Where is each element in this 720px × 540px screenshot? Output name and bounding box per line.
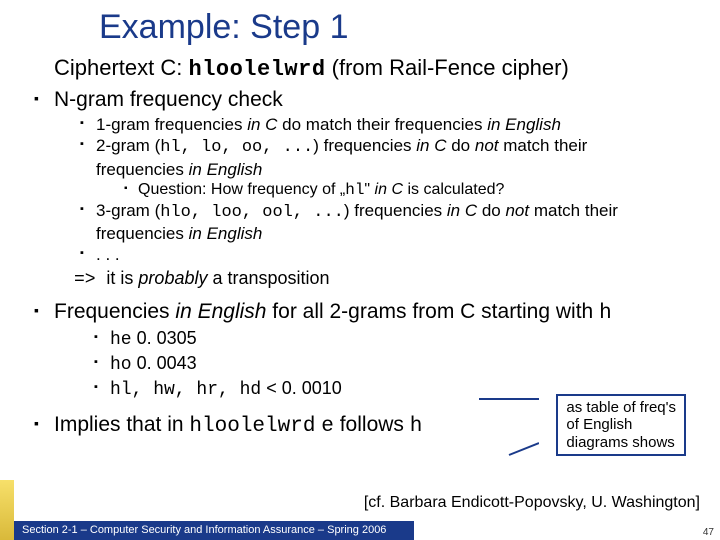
- t: ": [364, 181, 374, 198]
- t: Implies that in: [54, 413, 189, 436]
- ciphertext-label: Ciphertext C:: [54, 55, 189, 80]
- ngram-conclusion: => it is probably a transposition: [74, 268, 700, 290]
- callout-line: as table of freq's: [566, 399, 676, 416]
- t: for all 2-grams from C starting with: [266, 300, 599, 323]
- t: is calculated?: [403, 181, 504, 198]
- t: 2-gram (: [96, 136, 160, 155]
- freq-row: he 0. 0305: [94, 327, 700, 352]
- t: probably: [138, 268, 207, 288]
- code: h: [599, 302, 612, 325]
- code: hl, lo, oo, ...: [160, 138, 313, 157]
- freq-row: ho 0. 0043: [94, 352, 700, 377]
- callout-line: diagrams shows: [566, 434, 676, 451]
- t: ) frequencies: [313, 136, 416, 155]
- code: h: [410, 415, 423, 438]
- freq-heading: Frequencies in English for all 2-grams f…: [34, 300, 700, 325]
- ngram-dots: . . .: [80, 244, 700, 265]
- t: in English: [487, 115, 561, 134]
- ngram-2gram: 2-gram (hl, lo, oo, ...) frequencies in …: [80, 135, 700, 158]
- t: ) frequencies: [344, 201, 447, 220]
- code: e: [321, 415, 334, 438]
- citation: [cf. Barbara Endicott-Popovsky, U. Washi…: [364, 494, 700, 512]
- t: match their: [503, 136, 587, 155]
- t: match their: [534, 201, 618, 220]
- freq-code: hl, hw, hr, hd: [110, 380, 261, 400]
- freq-val: 0. 0043: [132, 353, 197, 373]
- ngram-3gram-cont: frequencies in English: [96, 223, 700, 244]
- freq-val: 0. 0305: [132, 328, 197, 348]
- t: in C: [416, 136, 446, 155]
- footer-text: Section 2-1 – Computer Security and Info…: [14, 521, 414, 540]
- t: frequencies: [96, 224, 189, 243]
- code: hlo, loo, ool, ...: [160, 203, 344, 222]
- t: Frequencies: [54, 300, 175, 323]
- t: not: [475, 136, 503, 155]
- ciphertext-line: Ciphertext C: hloolelwrd (from Rail-Fenc…: [54, 55, 700, 82]
- t: in C: [447, 201, 477, 220]
- callout-line: of English: [566, 416, 676, 433]
- footer-accent: [0, 480, 14, 540]
- t: 3-gram (: [96, 201, 160, 220]
- ngram-question: Question: How frequency of „hl" in C is …: [124, 180, 700, 200]
- ciphertext-value: hloolelwrd: [189, 57, 326, 82]
- freq-val: < 0. 0010: [261, 378, 342, 398]
- code: hl: [345, 181, 364, 199]
- t: frequencies: [96, 160, 189, 179]
- ciphertext-note: (from Rail-Fence cipher): [326, 55, 569, 80]
- t: do: [447, 136, 475, 155]
- t: not: [505, 201, 533, 220]
- t: Question: How frequency of „: [138, 181, 345, 198]
- t: in C: [247, 115, 277, 134]
- slide-title: Example: Step 1: [99, 8, 700, 47]
- callout-box: as table of freq's of English diagrams s…: [556, 394, 686, 456]
- t: it is: [106, 268, 138, 288]
- t: in English: [189, 160, 263, 179]
- freq-code: he: [110, 330, 132, 350]
- t: in English: [189, 224, 263, 243]
- ngram-1gram: 1-gram frequencies in C do match their f…: [80, 114, 700, 135]
- t: in C: [375, 181, 403, 198]
- footer: Section 2-1 – Computer Security and Info…: [0, 518, 720, 540]
- t: 1-gram frequencies: [96, 115, 247, 134]
- ngram-heading: N-gram frequency check: [34, 88, 700, 112]
- t: a transposition: [207, 268, 329, 288]
- t: do match their frequencies: [277, 115, 487, 134]
- arrow-symbol: =>: [74, 270, 106, 290]
- freq-code: ho: [110, 355, 132, 375]
- ngram-2gram-cont: frequencies in English: [96, 159, 700, 180]
- code: hloolelwrd: [189, 415, 315, 438]
- t: do: [477, 201, 505, 220]
- t: follows: [334, 413, 410, 436]
- ngram-3gram: 3-gram (hlo, loo, ool, ...) frequencies …: [80, 200, 700, 223]
- page-number: 47: [703, 527, 714, 538]
- t: in English: [175, 300, 266, 323]
